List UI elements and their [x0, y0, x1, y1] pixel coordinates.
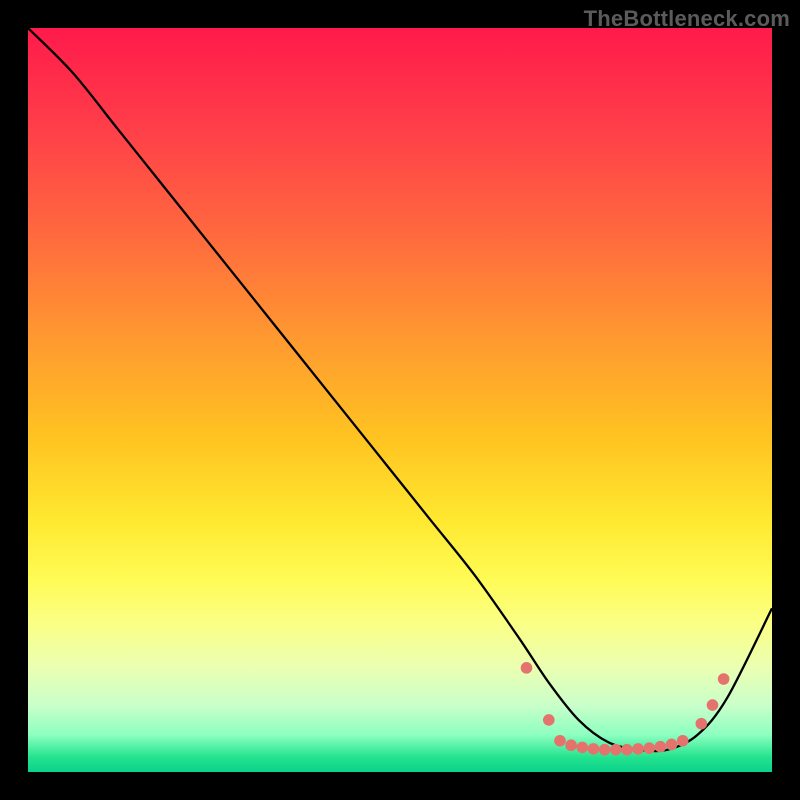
marker-dot [543, 714, 555, 726]
marker-dot [599, 744, 611, 756]
marker-dot [576, 742, 588, 754]
marker-dot [655, 741, 667, 753]
marker-dot [632, 743, 644, 755]
chart-stage: TheBottleneck.com [0, 0, 800, 800]
marker-dot [588, 743, 600, 755]
marker-dot [565, 739, 577, 751]
marker-dot [696, 718, 708, 730]
marker-dot [610, 744, 622, 756]
marker-dot [718, 673, 730, 685]
marker-dot [554, 735, 566, 747]
curve-line [28, 28, 772, 751]
curve-markers [521, 662, 730, 755]
marker-dot [643, 742, 655, 754]
marker-dot [677, 735, 689, 747]
marker-dot [707, 699, 719, 711]
marker-dot [621, 744, 633, 756]
plot-area [28, 28, 772, 772]
marker-dot [666, 739, 678, 751]
watermark-text: TheBottleneck.com [584, 6, 790, 32]
marker-dot [521, 662, 533, 674]
chart-overlay [28, 28, 772, 772]
